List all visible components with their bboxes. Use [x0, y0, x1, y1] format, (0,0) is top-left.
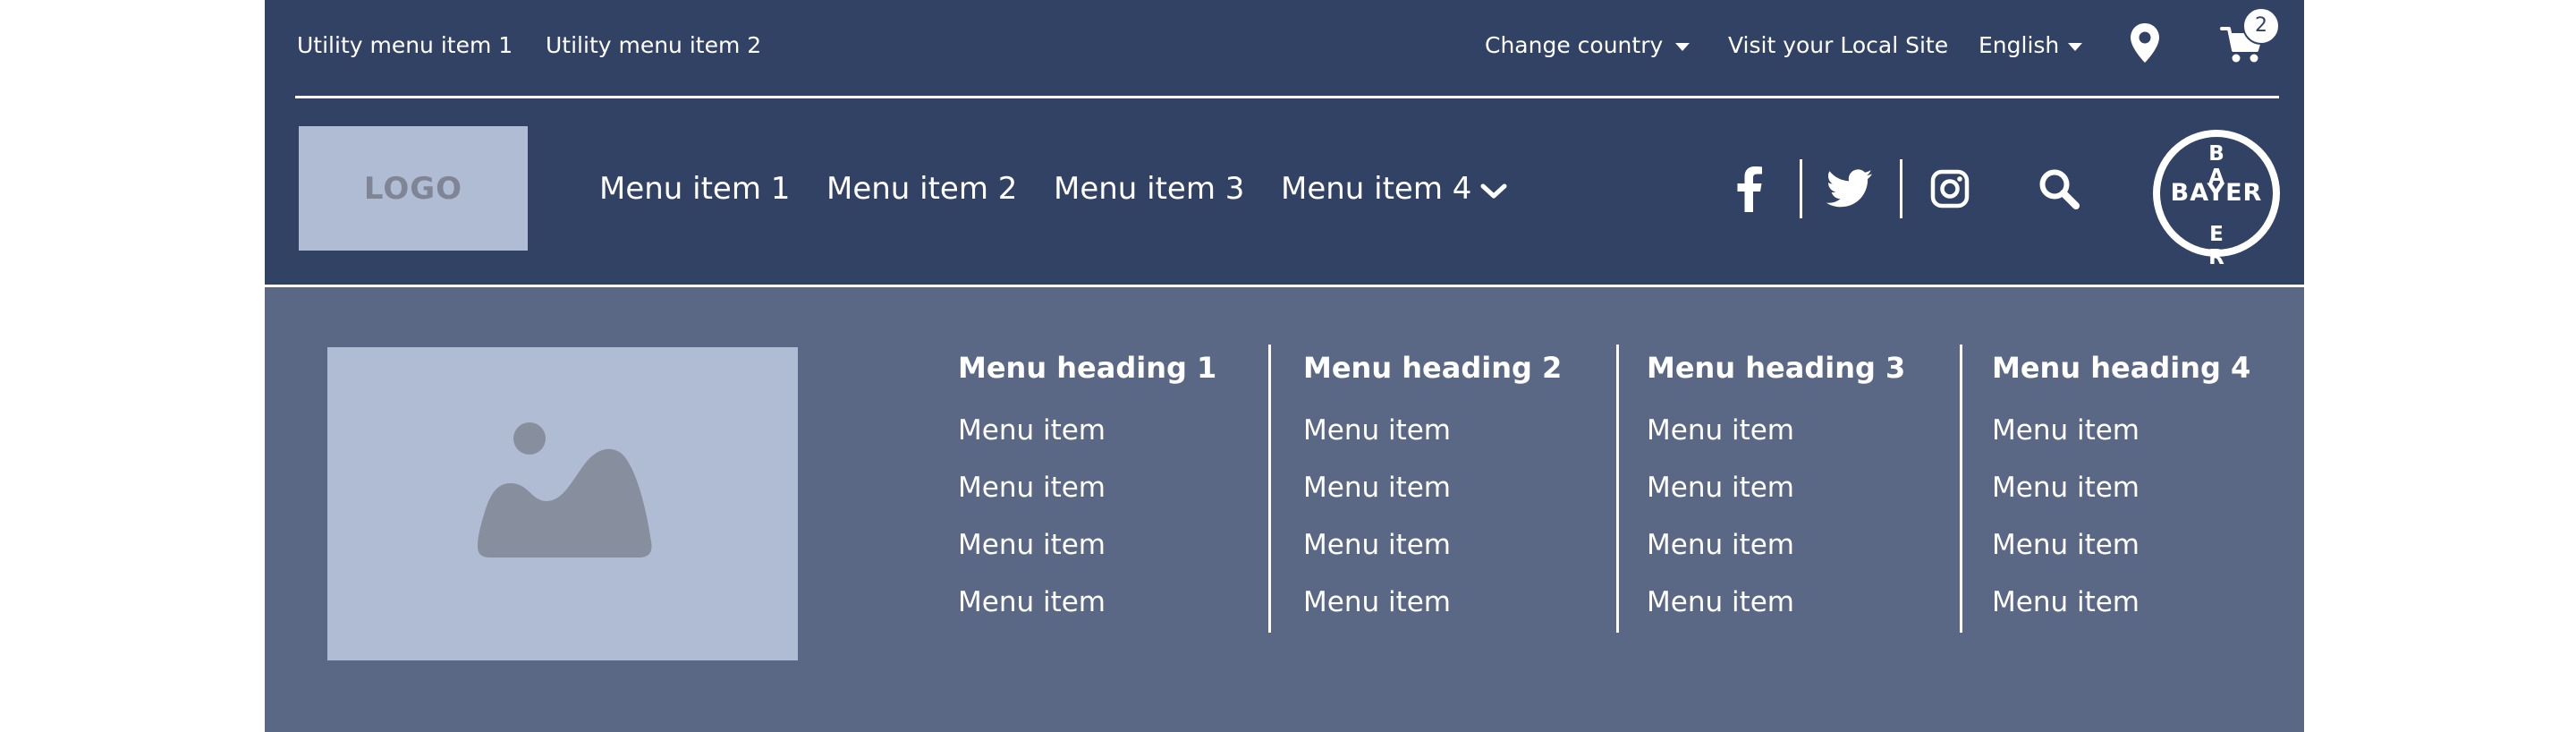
menu-item-link[interactable]: Menu item — [958, 516, 1253, 574]
menu-item-link[interactable]: Menu item — [1303, 516, 1598, 574]
mega-menu-column-1: Menu heading 1 Menu item Menu item Menu … — [958, 345, 1253, 631]
menu-item-link[interactable]: Menu item — [1647, 459, 1942, 516]
menu-heading: Menu heading 4 — [1992, 351, 2251, 385]
menu-heading: Menu heading 1 — [958, 351, 1217, 385]
language-label: English — [1979, 32, 2060, 58]
header-divider — [295, 96, 2279, 98]
menu-item-link[interactable]: Menu item — [1647, 516, 1942, 574]
menu-item-link[interactable]: Menu item — [958, 459, 1253, 516]
mega-menu-column-2: Menu heading 2 Menu item Menu item Menu … — [1303, 345, 1598, 631]
menu-item-link[interactable]: Menu item — [1647, 574, 1942, 631]
mega-menu-column-4: Menu heading 4 Menu item Menu item Menu … — [1992, 345, 2287, 631]
nav-item-3[interactable]: Menu item 3 — [1054, 166, 1244, 211]
twitter-icon[interactable] — [1823, 157, 1877, 220]
image-placeholder-icon — [478, 422, 652, 558]
nav-item-1[interactable]: Menu item 1 — [599, 166, 790, 211]
change-country-label: Change country — [1485, 32, 1664, 58]
utility-item-1[interactable]: Utility menu item 1 — [297, 30, 513, 61]
social-divider — [1800, 159, 1802, 218]
visit-local-site-link[interactable]: Visit your Local Site — [1728, 30, 1948, 61]
nav-item-4[interactable]: Menu item 4 — [1281, 166, 1507, 211]
bayer-letter: E — [2209, 223, 2224, 246]
menu-item-link[interactable]: Menu item — [1992, 516, 2287, 574]
logo[interactable]: LOGO — [299, 126, 528, 251]
mega-menu-column-3: Menu heading 3 Menu item Menu item Menu … — [1647, 345, 1942, 631]
column-divider — [1616, 345, 1619, 633]
mega-menu-image-placeholder — [327, 347, 798, 660]
location-pin-icon[interactable] — [2129, 21, 2161, 66]
caret-down-icon — [1675, 42, 1690, 51]
nav-item-4-label: Menu item 4 — [1281, 171, 1472, 207]
bayer-letter: B — [2208, 142, 2224, 166]
page-frame: Utility menu item 1 Utility menu item 2 … — [265, 0, 2304, 732]
language-dropdown[interactable]: English — [1979, 30, 2083, 61]
menu-heading: Menu heading 3 — [1647, 351, 1906, 385]
menu-item-link[interactable]: Menu item — [1303, 402, 1598, 459]
bayer-logo-horizontal: BAYER — [2170, 179, 2263, 207]
menu-item-link[interactable]: Menu item — [958, 402, 1253, 459]
menu-heading: Menu heading 2 — [1303, 351, 1563, 385]
change-country-dropdown[interactable]: Change country — [1485, 30, 1690, 61]
social-divider — [1900, 159, 1902, 218]
menu-item-link[interactable]: Menu item — [958, 574, 1253, 631]
column-divider — [1268, 345, 1271, 633]
bayer-letter: R — [2208, 246, 2224, 269]
bayer-logo[interactable]: B A E R BAYER — [2153, 130, 2280, 269]
nav-item-2[interactable]: Menu item 2 — [826, 166, 1017, 211]
menu-item-link[interactable]: Menu item — [1303, 459, 1598, 516]
menu-item-link[interactable]: Menu item — [1992, 402, 2287, 459]
menu-item-link[interactable]: Menu item — [1647, 402, 1942, 459]
chevron-down-icon — [1480, 168, 1507, 213]
column-divider — [1960, 345, 1962, 633]
caret-down-icon — [2068, 42, 2083, 51]
menu-item-link[interactable]: Menu item — [1303, 574, 1598, 631]
facebook-icon[interactable] — [1723, 157, 1776, 220]
mega-menu-top-border — [265, 285, 2304, 287]
utility-item-2[interactable]: Utility menu item 2 — [546, 30, 761, 61]
menu-item-link[interactable]: Menu item — [1992, 574, 2287, 631]
search-icon[interactable] — [2030, 157, 2088, 220]
bayer-logo-inner: B A E R BAYER — [2160, 137, 2273, 269]
site-header: Utility menu item 1 Utility menu item 2 … — [265, 0, 2304, 287]
instagram-icon[interactable] — [1923, 157, 1977, 220]
cart-count-badge: 2 — [2242, 7, 2280, 45]
menu-item-link[interactable]: Menu item — [1992, 459, 2287, 516]
